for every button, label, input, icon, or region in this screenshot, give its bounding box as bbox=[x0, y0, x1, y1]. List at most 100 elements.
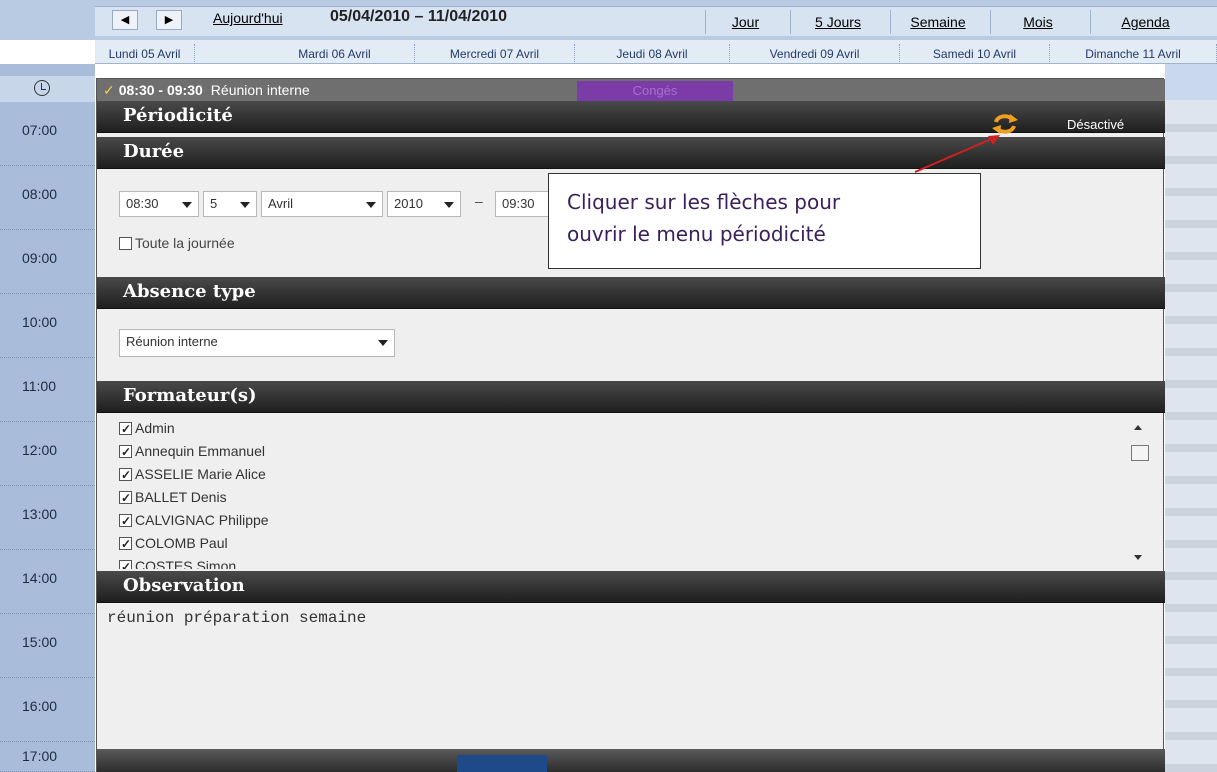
start-day-value: 5 bbox=[210, 196, 218, 211]
start-day-select[interactable]: 5 bbox=[203, 191, 257, 217]
chevron-down-icon bbox=[378, 340, 388, 346]
hour-slot[interactable]: 09:00 bbox=[0, 230, 95, 294]
checkbox-checked-icon bbox=[119, 466, 132, 484]
day-header-saturday[interactable]: Samedi 10 Avril bbox=[900, 44, 1050, 64]
periodicity-status: Désactivé bbox=[1067, 117, 1125, 132]
trainer-item[interactable]: Admin bbox=[119, 419, 1129, 442]
absence-type-title: Absence type bbox=[123, 281, 256, 302]
checkbox-checked-icon bbox=[119, 512, 132, 530]
day-header-friday[interactable]: Vendredi 09 Avril bbox=[730, 44, 900, 64]
hour-label: 11:00 bbox=[22, 378, 56, 394]
trainer-item[interactable]: COLOMB Paul bbox=[119, 534, 1129, 557]
observation-title: Observation bbox=[123, 575, 245, 596]
calendar-grid-edge bbox=[1165, 64, 1217, 100]
time-column-header bbox=[0, 76, 95, 102]
checkbox-checked-icon bbox=[119, 558, 132, 569]
hour-slot[interactable]: 14:00 bbox=[0, 550, 95, 614]
trainer-item[interactable]: Annequin Emmanuel bbox=[119, 442, 1129, 465]
arrow-left-icon: ◀ bbox=[120, 14, 130, 26]
hour-label: 15:00 bbox=[22, 634, 58, 650]
hour-slot[interactable]: 11:00 bbox=[0, 358, 95, 422]
start-month-value: Avril bbox=[268, 196, 294, 211]
trainers-section-header: Formateur(s) bbox=[97, 381, 1165, 413]
start-year-value: 2010 bbox=[394, 196, 423, 211]
help-callout: Cliquer sur les flèches pour ouvrir le m… bbox=[548, 173, 981, 269]
trainer-item[interactable]: COSTES Simon bbox=[119, 557, 1129, 569]
view-day-button[interactable]: Jour bbox=[705, 10, 785, 34]
hour-slot[interactable]: 17:00 bbox=[0, 728, 95, 772]
previous-week-button[interactable]: ◀ bbox=[112, 10, 138, 30]
view-month-button[interactable]: Mois bbox=[990, 10, 1085, 34]
today-link[interactable]: Aujourd'hui bbox=[213, 10, 283, 26]
checkbox-checked-icon bbox=[119, 443, 132, 461]
duration-title: Durée bbox=[123, 141, 185, 162]
hour-label: 16:00 bbox=[22, 698, 58, 714]
duration-row: 08:30 5 Avril 2010 – 09:30 bbox=[119, 191, 599, 219]
hour-label: 17:00 bbox=[22, 748, 58, 764]
hour-slot[interactable]: 12:00 bbox=[0, 422, 95, 486]
observation-section-header: Observation bbox=[97, 571, 1165, 603]
start-month-select[interactable]: Avril bbox=[261, 191, 383, 217]
checkbox-checked-icon bbox=[119, 420, 132, 438]
start-time-value: 08:30 bbox=[126, 196, 159, 211]
hour-label: 09:00 bbox=[22, 250, 58, 266]
hour-label: 14:00 bbox=[22, 570, 58, 586]
day-header-sunday[interactable]: Dimanche 11 Avril bbox=[1050, 44, 1217, 64]
all-day-checkbox[interactable]: Toute la journée bbox=[119, 235, 235, 251]
hour-slot[interactable]: 07:00 bbox=[0, 102, 95, 166]
absence-type-section-header: Absence type bbox=[97, 277, 1165, 309]
hour-label: 08:00 bbox=[22, 186, 58, 202]
trainer-name: Annequin Emmanuel bbox=[135, 443, 265, 459]
date-range-label: 05/04/2010 – 11/04/2010 bbox=[330, 8, 508, 25]
day-header-wednesday[interactable]: Mercredi 07 Avril bbox=[415, 44, 575, 64]
trainer-name: ASSELIE Marie Alice bbox=[135, 466, 266, 482]
trainer-name: CALVIGNAC Philippe bbox=[135, 512, 269, 528]
chevron-down-icon bbox=[444, 202, 454, 208]
hour-label: 10:00 bbox=[22, 314, 58, 330]
hour-label: 13:00 bbox=[22, 506, 58, 522]
observation-textarea[interactable]: réunion préparation semaine bbox=[107, 609, 366, 627]
absence-type-select[interactable]: Réunion interne bbox=[119, 329, 395, 357]
next-week-button[interactable]: ▶ bbox=[156, 10, 182, 30]
hour-slot[interactable]: 13:00 bbox=[0, 486, 95, 550]
hour-slot[interactable]: 08:00 bbox=[0, 166, 95, 230]
recurrence-arrows-icon[interactable] bbox=[991, 112, 1019, 136]
periodicity-title: Périodicité bbox=[123, 105, 233, 126]
hour-slot[interactable]: 10:00 bbox=[0, 294, 95, 358]
view-5days-button[interactable]: 5 Jours bbox=[790, 10, 885, 34]
view-week-button[interactable]: Semaine bbox=[890, 10, 985, 34]
day-header-row: Lundi 05 Avril Mardi 06 Avril Mercredi 0… bbox=[95, 40, 1217, 64]
trainer-item[interactable]: CALVIGNAC Philippe bbox=[119, 511, 1129, 534]
check-icon: ✓ bbox=[103, 82, 115, 98]
scroll-thumb[interactable] bbox=[1131, 445, 1149, 461]
scroll-up-icon[interactable] bbox=[1134, 425, 1142, 430]
trainer-item[interactable]: BALLET Denis bbox=[119, 488, 1129, 511]
view-agenda-button[interactable]: Agenda bbox=[1090, 10, 1200, 34]
start-year-select[interactable]: 2010 bbox=[387, 191, 461, 217]
clock-icon bbox=[34, 80, 50, 96]
checkbox-checked-icon bbox=[119, 535, 132, 553]
trainers-scrollbar[interactable] bbox=[1127, 417, 1151, 567]
trainer-name: BALLET Denis bbox=[135, 489, 227, 505]
trainer-name: Admin bbox=[135, 420, 175, 436]
event-title: Réunion interne bbox=[210, 82, 310, 98]
day-header-tuesday[interactable]: Mardi 06 Avril bbox=[255, 44, 415, 64]
duration-section-header: Durée bbox=[97, 137, 1165, 169]
conges-category-label: Congés bbox=[577, 81, 733, 101]
calendar-toolbar: ◀ ▶ Aujourd'hui 05/04/2010 – 11/04/2010 … bbox=[0, 0, 1217, 40]
trainer-name: COSTES Simon bbox=[135, 558, 237, 569]
hour-slot[interactable]: 15:00 bbox=[0, 614, 95, 678]
absence-type-value: Réunion interne bbox=[126, 334, 218, 349]
bottom-button[interactable] bbox=[457, 755, 547, 772]
scroll-down-icon[interactable] bbox=[1134, 555, 1142, 560]
arrow-right-icon: ▶ bbox=[164, 14, 174, 26]
end-time-value: 09:30 bbox=[502, 196, 535, 211]
hour-label: 12:00 bbox=[22, 442, 58, 458]
day-header-thursday[interactable]: Jeudi 08 Avril bbox=[575, 44, 730, 64]
all-day-label: Toute la journée bbox=[135, 235, 235, 251]
trainer-item[interactable]: ASSELIE Marie Alice bbox=[119, 465, 1129, 488]
start-time-select[interactable]: 08:30 bbox=[119, 191, 199, 217]
checkbox-checked-icon bbox=[119, 489, 132, 507]
trainers-title: Formateur(s) bbox=[123, 385, 257, 406]
day-header-monday[interactable]: Lundi 05 Avril bbox=[95, 44, 195, 64]
